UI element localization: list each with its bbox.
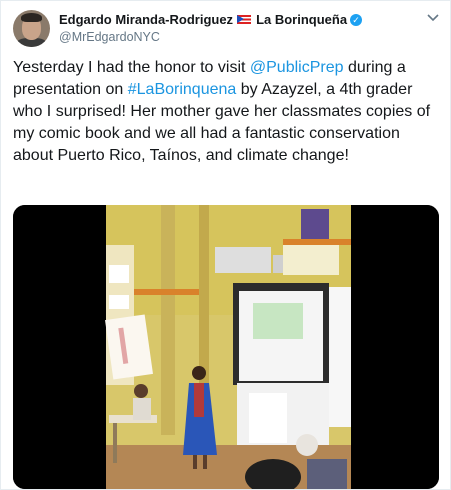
tweet-text: Yesterday I had the honor to visit @Publ… (13, 59, 431, 164)
mention-link[interactable]: @PublicPrep (250, 59, 344, 76)
author-name[interactable]: Edgardo Miranda-Rodriguez (59, 12, 233, 27)
tweet-card[interactable]: Edgardo Miranda-Rodriguez La Borinqueña … (0, 0, 451, 490)
verified-badge-icon: ✓ (350, 13, 363, 26)
tweet-header: Edgardo Miranda-Rodriguez La Borinqueña … (59, 11, 419, 45)
video-player[interactable] (13, 205, 439, 489)
project-name[interactable]: La Borinqueña (256, 12, 347, 27)
avatar[interactable] (13, 10, 50, 47)
puerto-rico-flag-icon (237, 15, 252, 24)
hashtag-link[interactable]: #LaBorinquena (128, 81, 237, 98)
author-handle[interactable]: @MrEdgardoNYC (59, 30, 419, 45)
chevron-down-icon[interactable] (426, 12, 440, 22)
video-frame (13, 205, 439, 489)
